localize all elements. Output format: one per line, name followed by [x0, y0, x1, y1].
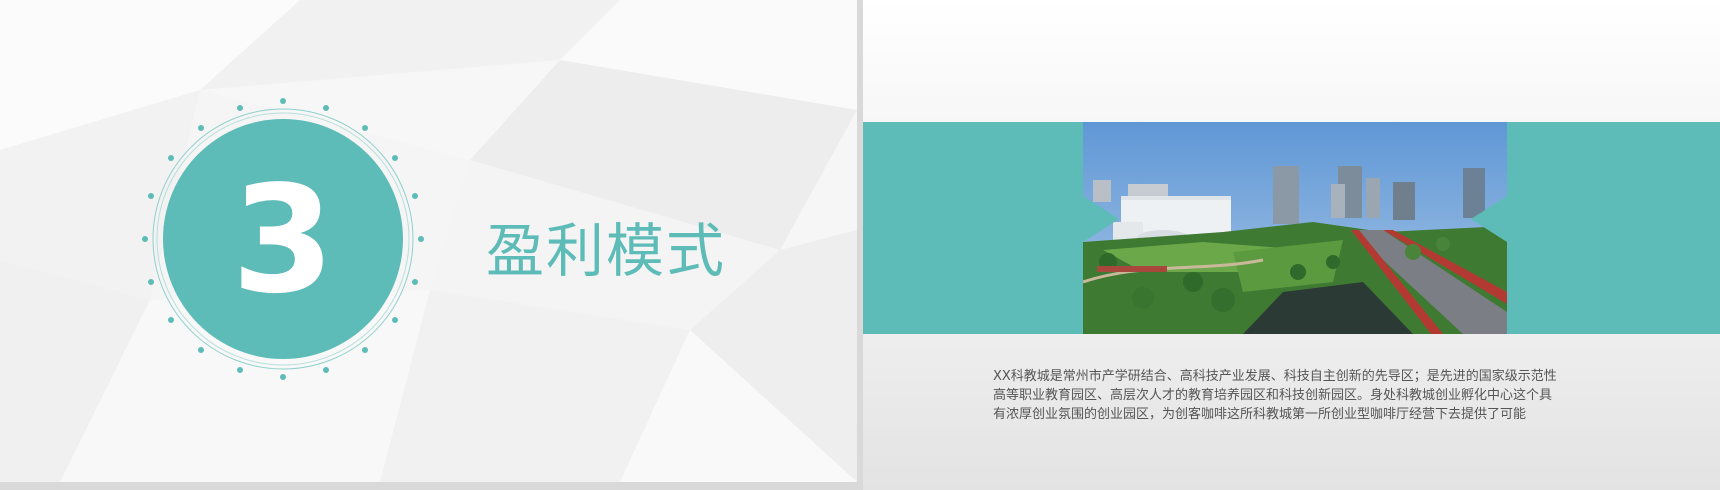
- section-number: 3: [231, 154, 335, 326]
- description-line: 高等职业教育园区、高层次人才的教育培养园区和科技创新园区。身处科教城创业孵化中心…: [993, 388, 1553, 403]
- description-text: XX科教城是常州市产学研结合、高科技产业发展、科技自主创新的先导区；是先进的国家…: [993, 367, 1623, 424]
- content-slide[interactable]: XX科教城是常州市产学研结合、高科技产业发展、科技自主创新的先导区；是先进的国家…: [863, 0, 1720, 490]
- section-title: 盈利模式: [486, 217, 727, 285]
- section-slide[interactable]: 3 盈利模式: [0, 0, 857, 482]
- description-line: XX科教城是常州市产学研结合、高科技产业发展、科技自主创新的先导区；是先进的国家…: [993, 369, 1557, 384]
- campus-photo: [1083, 122, 1507, 334]
- photo-notch-right: [1471, 196, 1507, 242]
- photo-notch-left: [1083, 196, 1119, 242]
- low-poly-background: [0, 0, 857, 482]
- slide-stage: 3 盈利模式 XX科教城是常州市产学研结合、高科技产业发展、科技自主创新的先导区…: [0, 0, 1720, 490]
- description-line: 有浓厚创业氛围的创业园区，为创客咖啡这所科教城第一所创业型咖啡厅经营下去提供了可…: [993, 407, 1527, 422]
